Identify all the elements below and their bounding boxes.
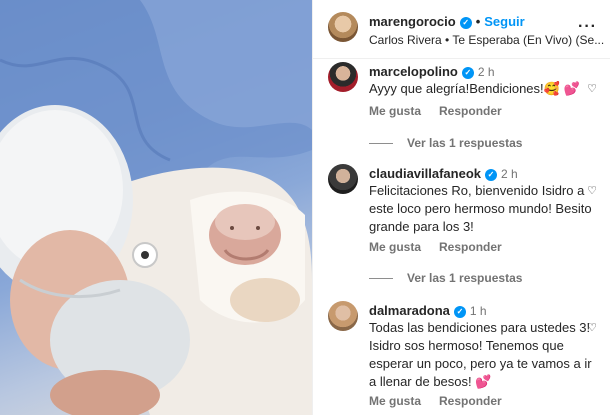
view-replies-label: Ver las 1 respuestas [407, 271, 523, 285]
author-username-row: marengorocio ✓ • Seguir [369, 14, 525, 29]
comment-like-button[interactable]: Me gusta [369, 240, 421, 254]
comment-time: 2 h [501, 167, 518, 181]
post-audio-label[interactable]: Carlos Rivera • Te Esperaba (En Vivo) (S… [369, 33, 604, 47]
post-photo-illustration [0, 0, 312, 415]
comment-item: dalmaradona ✓ 1 h Todas las bendiciones pa… [313, 297, 610, 415]
comment-reply-button[interactable]: Responder [439, 240, 502, 254]
comment-item: claudiavillafaneok ✓ 2 h Felicitaciones Ro… [313, 160, 610, 285]
separator-dot: • [475, 14, 481, 29]
comment-actions: Me gusta Responder [369, 240, 520, 254]
commenter-avatar[interactable] [328, 301, 358, 331]
post-photo[interactable] [0, 0, 312, 415]
commenter-username-row: dalmaradona ✓ 1 h [369, 303, 487, 318]
commenter-username-row: claudiavillafaneok ✓ 2 h [369, 166, 518, 181]
view-replies-button[interactable]: Ver las 1 respuestas [369, 136, 522, 150]
more-options-icon[interactable]: ··· [578, 18, 597, 36]
follow-button[interactable]: Seguir [484, 14, 524, 29]
comment-text: Felicitaciones Ro, bienvenido Isidro a e… [369, 183, 592, 234]
comment-like-button[interactable]: Me gusta [369, 394, 421, 408]
view-replies-button[interactable]: Ver las 1 respuestas [369, 271, 522, 285]
like-heart-icon[interactable]: ♡ [587, 82, 597, 95]
comment-actions: Me gusta Responder [369, 104, 520, 118]
replies-divider-line [369, 143, 393, 145]
post-header: marengorocio ✓ • Seguir Carlos Rivera • Te … [313, 0, 610, 59]
comment-item: marcelopolino ✓ 2 h Ayyy que alegría!Bendi… [313, 58, 610, 158]
comment-reply-button[interactable]: Responder [439, 104, 502, 118]
comment-time: 2 h [477, 65, 495, 79]
author-avatar[interactable] [328, 12, 358, 42]
commenter-avatar[interactable] [328, 62, 358, 92]
commenter-username[interactable]: claudiavillafaneok [369, 166, 481, 181]
commenter-username-row: marcelopolino ✓ 2 h [369, 64, 495, 79]
author-username[interactable]: marengorocio [369, 14, 456, 29]
verified-badge-icon: ✓ [453, 306, 466, 318]
comment-reply-button[interactable]: Responder [439, 394, 502, 408]
commenter-username[interactable]: marcelopolino [369, 64, 458, 79]
comment-actions: Me gusta Responder [369, 394, 520, 408]
comment-text: Todas las bendiciones para ustedes 3! Is… [369, 320, 592, 389]
like-heart-icon[interactable]: ♡ [587, 184, 597, 197]
like-heart-icon[interactable]: ♡ [587, 321, 597, 334]
verified-badge-icon: ✓ [461, 67, 474, 79]
comments-panel: marengorocio ✓ • Seguir Carlos Rivera • Te … [312, 0, 610, 415]
commenter-avatar[interactable] [328, 164, 358, 194]
verified-badge-icon: ✓ [485, 169, 497, 181]
view-replies-label: Ver las 1 respuestas [407, 136, 523, 150]
verified-badge-icon: ✓ [459, 17, 472, 29]
commenter-username[interactable]: dalmaradona [369, 303, 450, 318]
replies-divider-line [369, 278, 393, 280]
comment-time: 1 h [469, 304, 487, 318]
comment-text: Ayyy que alegría!Bendiciones!🥰 💕 [369, 81, 580, 96]
comment-like-button[interactable]: Me gusta [369, 104, 421, 118]
